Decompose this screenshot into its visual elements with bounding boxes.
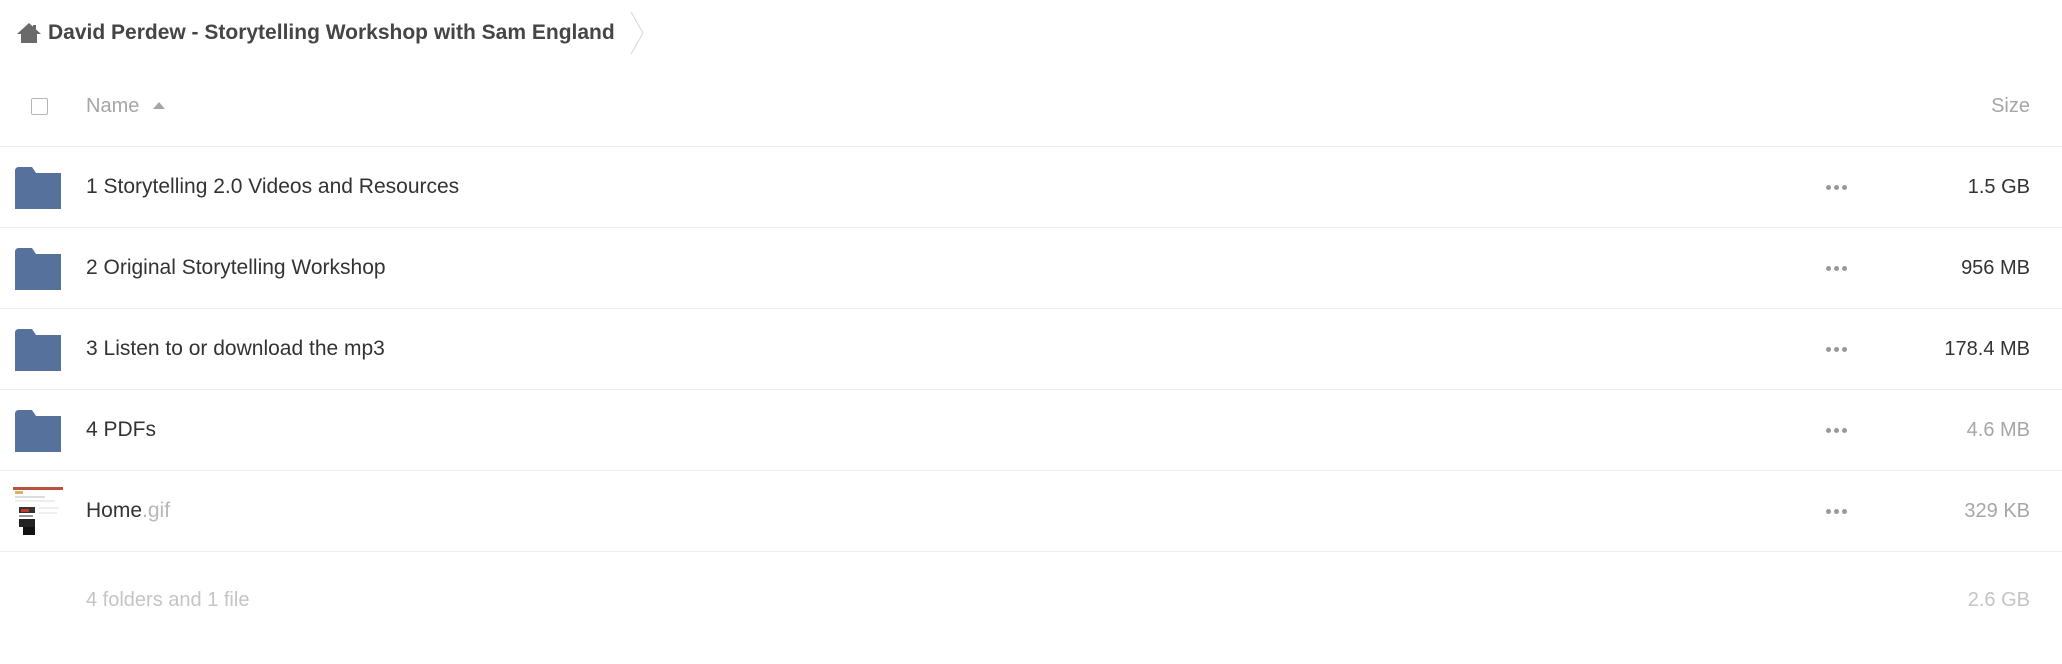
more-actions-icon[interactable]	[1814, 335, 1858, 363]
row-size: 329 KB	[1964, 499, 2030, 522]
table-row[interactable]: 3 Listen to or download the mp3 178.4 MB	[0, 309, 2062, 390]
sort-ascending-icon	[153, 101, 166, 109]
folder-icon	[15, 248, 61, 290]
summary-size: 2.6 GB	[1967, 588, 2030, 611]
home-icon	[17, 23, 41, 43]
table-row[interactable]: 4 PDFs 4.6 MB	[0, 390, 2062, 471]
row-name[interactable]: 2 Original Storytelling Workshop	[86, 228, 386, 308]
table-header: Name Size	[0, 66, 2062, 147]
file-name: 3 Listen to or download the mp3	[86, 337, 385, 360]
row-name[interactable]: 1 Storytelling 2.0 Videos and Resources	[86, 147, 459, 227]
row-name[interactable]: Home .gif	[86, 471, 170, 551]
image-thumbnail	[13, 485, 63, 537]
row-size: 4.6 MB	[1966, 418, 2030, 441]
breadcrumb: David Perdew - Storytelling Workshop wit…	[16, 10, 645, 56]
file-extension: .gif	[142, 499, 171, 522]
select-all-checkbox[interactable]	[31, 98, 48, 115]
more-actions-icon[interactable]	[1814, 254, 1858, 282]
summary-count: 4 folders and 1 file	[86, 588, 250, 611]
more-actions-icon[interactable]	[1814, 416, 1858, 444]
breadcrumb-title: David Perdew - Storytelling Workshop wit…	[48, 21, 615, 44]
name-column-label: Name	[86, 94, 140, 117]
breadcrumb-separator-icon	[630, 11, 644, 55]
row-size: 956 MB	[1961, 256, 2030, 279]
table-row[interactable]: Home .gif 329 KB	[0, 471, 2062, 552]
file-name: Home	[86, 499, 143, 522]
table-row[interactable]: 1 Storytelling 2.0 Videos and Resources …	[0, 147, 2062, 228]
size-column-header[interactable]: Size	[1991, 66, 2030, 146]
file-name: 4 PDFs	[86, 418, 157, 441]
folder-icon	[15, 167, 61, 209]
file-name: 1 Storytelling 2.0 Videos and Resources	[86, 175, 460, 198]
row-name[interactable]: 3 Listen to or download the mp3	[86, 309, 385, 389]
more-actions-icon[interactable]	[1814, 497, 1858, 525]
row-size: 1.5 GB	[1967, 175, 2030, 198]
name-column-header[interactable]: Name	[86, 66, 166, 146]
summary-row: 4 folders and 1 file 2.6 GB	[0, 552, 2062, 648]
table-row[interactable]: 2 Original Storytelling Workshop 956 MB	[0, 228, 2062, 309]
folder-icon	[15, 329, 61, 371]
file-name: 2 Original Storytelling Workshop	[86, 256, 386, 279]
row-name[interactable]: 4 PDFs	[86, 390, 156, 470]
breadcrumb-crumb-home[interactable]: David Perdew - Storytelling Workshop wit…	[16, 10, 645, 56]
folder-icon	[15, 410, 61, 452]
size-column-label: Size	[1991, 94, 2030, 117]
row-size: 178.4 MB	[1944, 337, 2030, 360]
file-list: Name Size 1 Storytelling 2.0 Videos and …	[0, 66, 2062, 648]
more-actions-icon[interactable]	[1814, 173, 1858, 201]
